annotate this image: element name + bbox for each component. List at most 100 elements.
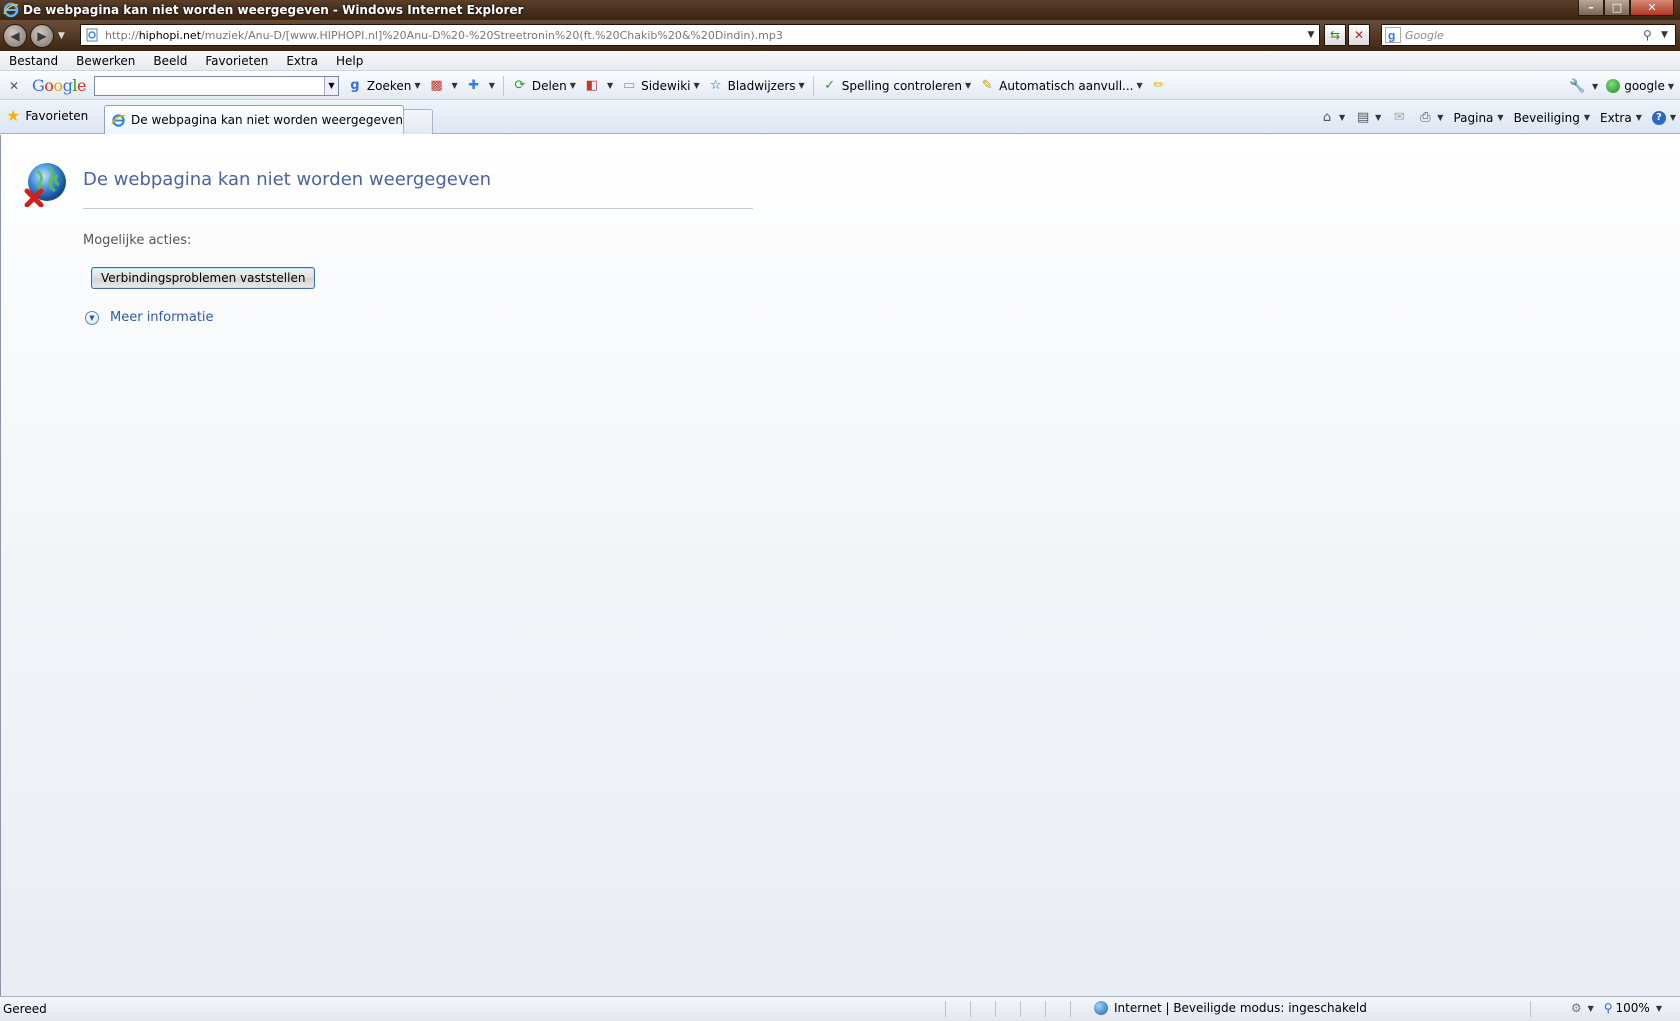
navigation-bar: ◀ ▶ ▼ http://hiphopi.net/muziek/Anu-D/[w… [0,20,1680,51]
zoom-dropdown-icon[interactable]: ▼ [1656,1004,1662,1013]
extra-menu[interactable]: Extra ▼ [1600,111,1642,125]
status-divider [945,1001,946,1017]
menu-bar: Bestand Bewerken Beeld Favorieten Extra … [0,51,1680,71]
add-button[interactable]: ✚ ▼ [466,78,495,94]
spelling-label: Spelling controleren [841,78,962,93]
page-content: De webpagina kan niet worden weergegeven… [0,135,1680,996]
menu-item-bestand[interactable]: Bestand [0,54,67,68]
feeds-button[interactable]: ▤ ▼ [1355,110,1381,126]
new-tab-button[interactable] [403,109,433,134]
refresh-button[interactable]: ⇆ [1324,24,1346,46]
back-button[interactable]: ◀ [3,23,27,48]
rss-feed-icon: ▤ [1356,110,1370,125]
more-information-link[interactable]: ▼ Meer informatie [85,310,214,325]
magnifier-icon[interactable]: ⚲ [1643,28,1661,42]
highlighter-icon: ✏ [1153,78,1165,93]
url-path: /muziek/Anu-D/[www.HIPHOPI.nl]%20Anu-D%2… [201,28,783,42]
stop-button[interactable]: ✕ [1348,24,1370,46]
search-box[interactable]: g Google ⚲ ▼ [1381,24,1676,46]
recent-pages-dropdown[interactable]: ▼ [58,31,65,41]
internet-explorer-icon [111,113,126,127]
autofill-label: Automatisch aanvull... [999,78,1134,93]
zone-label: Internet | Beveiligde modus: ingeschakel… [1114,1001,1367,1015]
home-button[interactable]: ⌂ ▼ [1319,110,1345,126]
toolbar-separator [812,75,814,96]
forward-button[interactable]: ▶ [30,23,54,48]
url-prefix: http:// [105,28,139,42]
menu-item-favorieten[interactable]: Favorieten [196,54,277,68]
menu-item-extra[interactable]: Extra [277,54,327,68]
popup-blocker-icon: ▩ [430,78,443,93]
refresh-icon: ⇆ [1329,28,1341,42]
pagina-menu[interactable]: Pagina ▼ [1453,111,1503,125]
status-divider [1020,1001,1021,1017]
minimize-button[interactable]: – [1578,0,1604,16]
search-history-dropdown-icon[interactable]: ▼ [323,76,338,95]
maximize-button[interactable]: □ [1604,0,1630,16]
menu-item-beeld[interactable]: Beeld [144,54,196,68]
toolbar-settings-button[interactable]: 🔧 ▼ [1569,78,1598,94]
search-placeholder: Google [1405,28,1444,42]
help-icon: ? [1651,110,1666,125]
zoom-level[interactable]: 100% [1616,1001,1650,1015]
status-divider [995,1001,996,1017]
status-right: ⚙ ▼ ⚲ 100% ▼ [1571,1001,1672,1015]
svg-text:g: g [1388,29,1395,43]
search-options-dropdown-icon[interactable]: ▼ [1661,30,1675,40]
delen-label: Delen [531,78,567,93]
delen-button[interactable]: ⟳ Delen ▼ [512,78,576,94]
status-divider [1070,1001,1071,1017]
help-button[interactable]: ? ▼ [1651,110,1676,125]
zoom-icon: ⚲ [1603,1001,1613,1015]
sidewiki-label: Sidewiki [641,78,691,93]
protected-mode-icon[interactable]: ⚙ [1571,1001,1582,1015]
window-controls: – □ ✕ [1578,0,1674,16]
share-icon: ⟳ [514,78,526,93]
close-toolbar-icon[interactable]: ✕ [4,79,24,93]
home-icon: ⌂ [1322,110,1332,125]
printer-icon: ⎙ [1420,110,1431,125]
favorites-label: Favorieten [25,108,89,123]
signed-in-status-icon [1606,79,1621,93]
favorites-star-icon: ★ [6,106,21,125]
menu-item-bewerken[interactable]: Bewerken [67,54,144,68]
google-account-area: 🔧 ▼ google ▼ [1561,72,1674,100]
account-label: google [1624,79,1665,93]
error-title: De webpagina kan niet worden weergegeven [83,169,491,190]
diagnose-connection-button[interactable]: Verbindingsproblemen vaststellen [91,267,316,289]
zoeken-button[interactable]: g Zoeken ▼ [347,78,420,94]
spelling-button[interactable]: ✓ Spelling controleren ▼ [822,78,971,94]
toolbar-separator [502,75,504,96]
address-dropdown-icon[interactable]: ▼ [1303,30,1319,40]
highlight-button[interactable]: ✏ [1151,78,1171,94]
menu-item-help[interactable]: Help [327,54,372,68]
bladwijzers-button[interactable]: ☆ Bladwijzers ▼ [708,78,805,94]
actions-label: Mogelijke acties: [83,233,192,248]
google-account-button[interactable]: google ▼ [1606,79,1674,93]
translate-button[interactable]: ◧ ▼ [584,78,613,94]
status-text: Gereed [3,1002,47,1016]
favorites-button[interactable]: ★ Favorieten [6,106,88,125]
address-url[interactable]: http://hiphopi.net/muziek/Anu-D/[www.HIP… [105,29,783,42]
popup-blocker-button[interactable]: ▩ ▼ [429,78,457,94]
star-icon: ☆ [709,78,722,93]
print-button[interactable]: ⎙ ▼ [1417,110,1443,126]
tab-active[interactable]: De webpagina kan niet worden weergegeven [104,105,404,134]
title-bar: De webpagina kan niet worden weergegeven… [0,0,1680,20]
address-bar[interactable]: http://hiphopi.net/muziek/Anu-D/[www.HIP… [80,24,1320,46]
close-button[interactable]: ✕ [1630,0,1674,16]
sidewiki-button[interactable]: ▭ Sidewiki ▼ [621,78,700,94]
protected-mode-dropdown-icon[interactable]: ▼ [1588,1004,1594,1013]
mail-button[interactable]: ✉ [1391,110,1407,126]
beveiliging-menu[interactable]: Beveiliging ▼ [1514,111,1590,125]
status-divider [1530,1001,1531,1017]
internet-explorer-icon [3,2,19,18]
security-zone[interactable]: Internet | Beveiligde modus: ingeschakel… [1094,1001,1367,1015]
page-icon [86,28,98,42]
google-search-provider-icon: g [1385,27,1401,43]
mail-icon: ✉ [1393,110,1405,125]
autofill-button[interactable]: ✎ Automatisch aanvull... ▼ [979,78,1143,94]
google-search-input[interactable]: ▼ [93,75,339,96]
spellcheck-icon: ✓ [824,78,836,93]
status-divider [970,1001,971,1017]
